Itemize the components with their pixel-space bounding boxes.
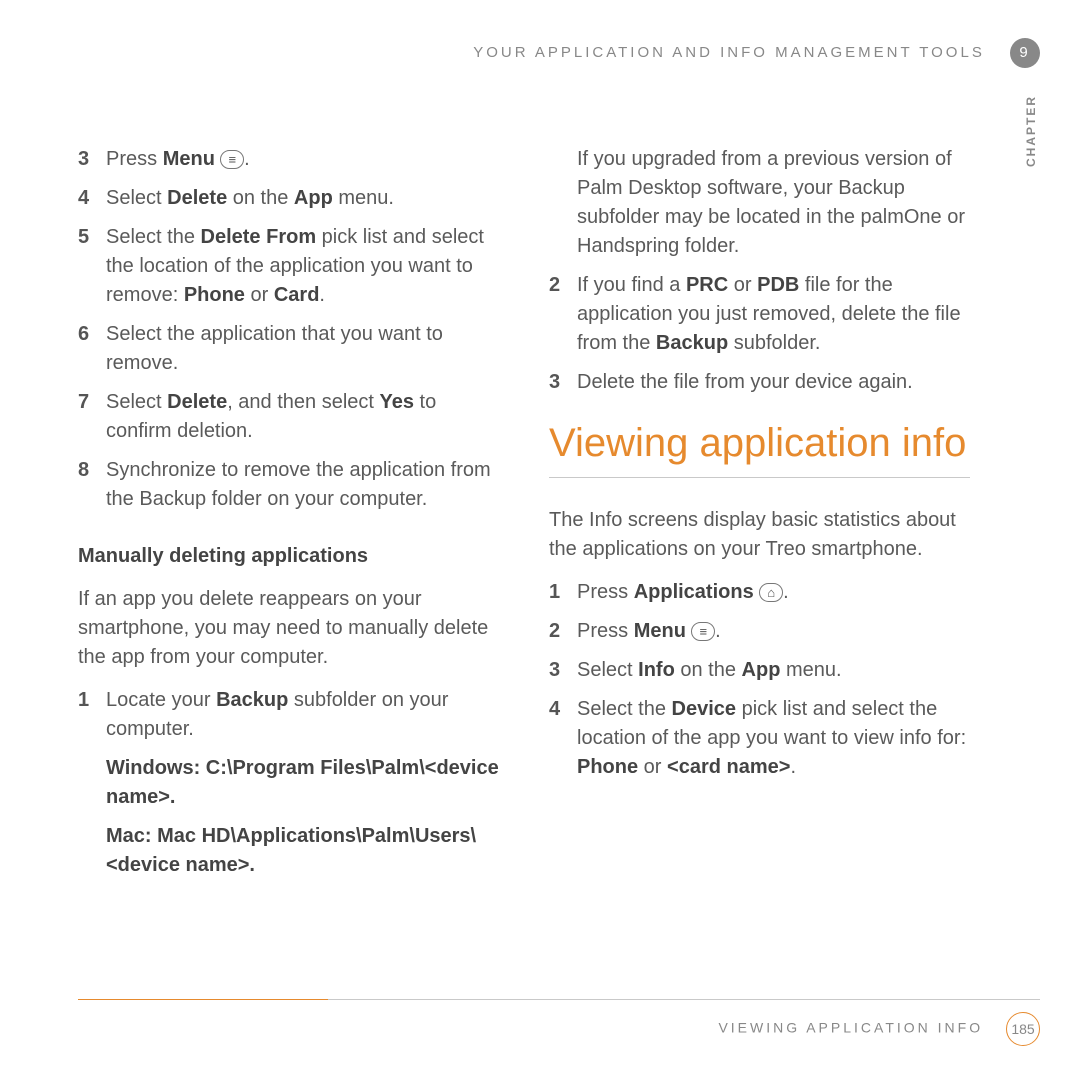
list-item: 4 Select the Device pick list and select… (549, 695, 970, 782)
bold-term: PRC (686, 274, 728, 296)
step-body: Press Applications ⌂. (577, 578, 970, 607)
page-header: YOUR APPLICATION AND INFO MANAGEMENT TOO… (0, 38, 1040, 68)
mac-path: Mac: Mac HD\Applications\Palm\Users\<dev… (106, 822, 499, 880)
step-body: Press Menu ≡. (577, 617, 970, 646)
step-body: Synchronize to remove the application fr… (106, 456, 499, 514)
chapter-number-badge: 9 (1010, 38, 1040, 68)
subsection-heading: Manually deleting applications (78, 542, 499, 571)
left-column: 3 Press Menu ≡. 4 Select Delete on the A… (78, 145, 499, 1080)
right-column: If you upgraded from a previous version … (549, 145, 970, 1080)
step-body: Select Delete, and then select Yes to co… (106, 388, 499, 446)
bold-term: Menu (163, 148, 215, 170)
step-body: Select the Delete From pick list and sel… (106, 223, 499, 310)
list-item: 8 Synchronize to remove the application … (78, 456, 499, 514)
chapter-label: CHAPTER (1024, 95, 1038, 167)
step-number: 2 (549, 617, 577, 646)
list-item: 1 Press Applications ⌂. (549, 578, 970, 607)
header-title: YOUR APPLICATION AND INFO MANAGEMENT TOO… (473, 44, 985, 61)
step-body: Select the Device pick list and select t… (577, 695, 970, 782)
bold-term: Delete From (201, 226, 317, 248)
paragraph: If you upgraded from a previous version … (577, 145, 970, 261)
step-number: 3 (78, 145, 106, 174)
list-item: 2 If you find a PRC or PDB file for the … (549, 271, 970, 358)
footer-text: VIEWING APPLICATION INFO (718, 1020, 983, 1036)
step-number: 3 (549, 656, 577, 685)
step-body: If you find a PRC or PDB file for the ap… (577, 271, 970, 358)
bold-term: Phone (577, 756, 638, 778)
step-text: Delete the file from your device again. (577, 371, 913, 393)
section-rule (549, 477, 970, 478)
bold-term: <card name> (667, 756, 790, 778)
list-item: 2 Press Menu ≡. (549, 617, 970, 646)
step-number: 1 (78, 686, 106, 744)
bold-term: PDB (757, 274, 799, 296)
list-item: 3 Select Info on the App menu. (549, 656, 970, 685)
key-icon: ⌂ (759, 583, 783, 602)
step-number: 8 (78, 456, 106, 514)
bold-term: Menu (634, 620, 686, 642)
key-icon: ≡ (691, 622, 715, 641)
paragraph: If an app you delete reappears on your s… (78, 585, 499, 672)
step-number: 1 (549, 578, 577, 607)
step-text: Select the application that you want to … (106, 323, 443, 374)
list-item: 3 Press Menu ≡. (78, 145, 499, 174)
bold-term: Delete (167, 391, 227, 413)
bold-term: Yes (380, 391, 414, 413)
step-body: Select Delete on the App menu. (106, 184, 499, 213)
step-number: 2 (549, 271, 577, 358)
section-title: Viewing application info (549, 419, 970, 467)
step-text: Synchronize to remove the application fr… (106, 459, 491, 510)
key-icon: ≡ (220, 150, 244, 169)
page-number-badge: 185 (1006, 1012, 1040, 1046)
windows-path: Windows: C:\Program Files\Palm\<device n… (106, 754, 499, 812)
step-body: Select Info on the App menu. (577, 656, 970, 685)
step-number: 6 (78, 320, 106, 378)
step-body: Locate your Backup subfolder on your com… (106, 686, 499, 744)
bold-term: Backup (216, 689, 288, 711)
step-number: 4 (549, 695, 577, 782)
page-footer: VIEWING APPLICATION INFO 185 (78, 999, 1040, 1046)
list-item: 4 Select Delete on the App menu. (78, 184, 499, 213)
list-item: 3 Delete the file from your device again… (549, 368, 970, 397)
bold-term: Info (638, 659, 675, 681)
list-item: 7 Select Delete, and then select Yes to … (78, 388, 499, 446)
bold-term: App (742, 659, 781, 681)
step-number: 5 (78, 223, 106, 310)
step-number: 3 (549, 368, 577, 397)
list-item: 6 Select the application that you want t… (78, 320, 499, 378)
footer-accent-line (78, 999, 328, 1000)
list-item: 5 Select the Delete From pick list and s… (78, 223, 499, 310)
bold-term: Card (274, 284, 320, 306)
step-number: 7 (78, 388, 106, 446)
bold-term: Applications (634, 581, 754, 603)
paragraph: The Info screens display basic statistic… (549, 506, 970, 564)
content-area: 3 Press Menu ≡. 4 Select Delete on the A… (78, 145, 970, 1080)
bold-term: Backup (656, 332, 728, 354)
list-item: 1 Locate your Backup subfolder on your c… (78, 686, 499, 744)
step-number: 4 (78, 184, 106, 213)
bold-term: App (294, 187, 333, 209)
bold-term: Delete (167, 187, 227, 209)
bold-term: Device (672, 698, 737, 720)
step-body: Select the application that you want to … (106, 320, 499, 378)
step-body: Press Menu ≡. (106, 145, 499, 174)
bold-term: Phone (184, 284, 245, 306)
step-body: Delete the file from your device again. (577, 368, 970, 397)
